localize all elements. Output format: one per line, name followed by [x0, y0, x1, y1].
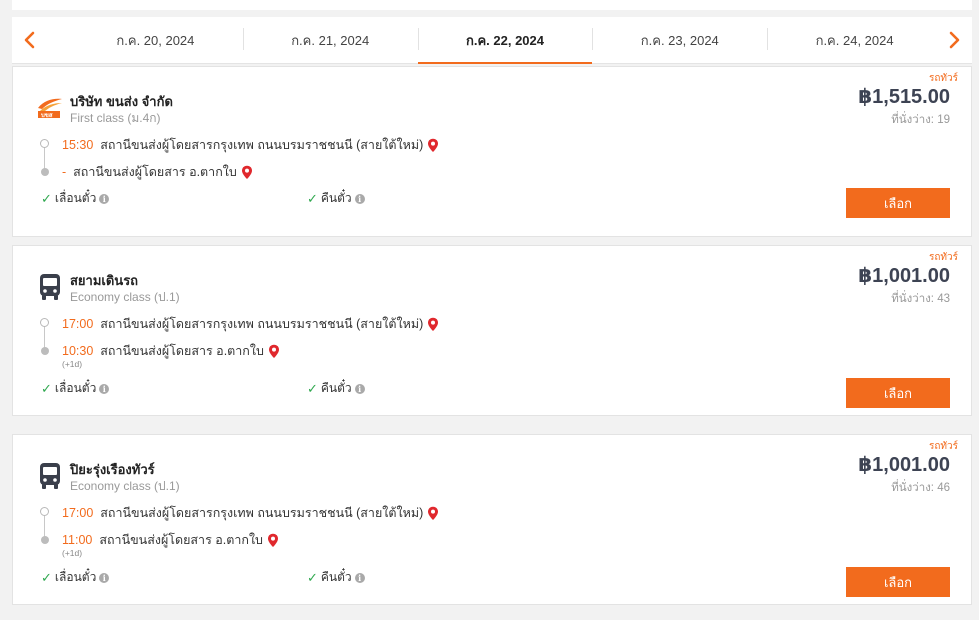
- select-button[interactable]: เลือก: [846, 378, 950, 408]
- next-day-indicator: (+1d): [62, 548, 83, 558]
- prev-date-button[interactable]: [18, 28, 40, 52]
- map-pin-icon[interactable]: [267, 533, 279, 548]
- info-icon[interactable]: i: [99, 572, 110, 583]
- arrival-station: สถานีขนส่งผู้โดยสาร อ.ตากใบ: [99, 533, 263, 547]
- price: ฿1,001.00: [858, 454, 950, 476]
- trip-card: สยามเดินรถ Economy class (ป.1) 17:00 สถา…: [12, 245, 972, 416]
- change-ticket-policy: ✓ เลื่อนตั๋ว i: [41, 379, 110, 398]
- top-strip: [12, 0, 972, 10]
- info-icon[interactable]: i: [354, 572, 365, 583]
- select-button[interactable]: เลือก: [846, 188, 950, 218]
- destination-dot: [41, 536, 49, 544]
- check-icon: ✓: [41, 569, 52, 585]
- chevron-left-icon: [24, 31, 35, 49]
- price: ฿1,001.00: [858, 265, 950, 287]
- date-tab[interactable]: ก.ค. 21, 2024: [242, 17, 418, 64]
- check-icon: ✓: [307, 569, 318, 585]
- arrival-stop: - สถานีขนส่งผู้โดยสาร อ.ตากใบ: [62, 162, 253, 182]
- map-pin-icon[interactable]: [241, 165, 253, 180]
- check-icon: ✓: [41, 380, 52, 396]
- refund-ticket-policy: ✓ คืนตั๋ว i: [307, 568, 365, 587]
- departure-stop: 17:00 สถานีขนส่งผู้โดยสารกรุงเทพ ถนนบรมร…: [62, 314, 439, 334]
- policy-label: เลื่อนตั๋ว: [54, 570, 97, 584]
- next-date-button[interactable]: [944, 28, 966, 52]
- date-tab[interactable]: ก.ค. 24, 2024: [767, 17, 942, 64]
- arrival-stop: 10:30 สถานีขนส่งผู้โดยสาร อ.ตากใบ: [62, 341, 280, 361]
- policy-label: คืนตั๋ว: [320, 191, 352, 205]
- select-button[interactable]: เลือก: [846, 567, 950, 597]
- refund-ticket-policy: ✓ คืนตั๋ว i: [307, 379, 365, 398]
- departure-time: 15:30: [62, 138, 94, 152]
- departure-station: สถานีขนส่งผู้โดยสารกรุงเทพ ถนนบรมราชชนนี…: [100, 317, 424, 331]
- info-icon[interactable]: i: [354, 383, 365, 394]
- date-tab-active[interactable]: ก.ค. 22, 2024: [417, 17, 593, 64]
- date-tabs: ก.ค. 20, 2024 ก.ค. 21, 2024 ก.ค. 22, 202…: [68, 17, 942, 64]
- map-pin-icon[interactable]: [268, 344, 280, 359]
- svg-text:บขส: บขส: [41, 112, 53, 119]
- policy-label: คืนตั๋ว: [320, 381, 352, 395]
- departure-time: 17:00: [62, 317, 94, 331]
- destination-dot: [41, 347, 49, 355]
- seats-available: ที่นั่งว่าง: 46: [891, 482, 950, 494]
- map-pin-icon[interactable]: [427, 506, 439, 521]
- policy-label: เลื่อนตั๋ว: [54, 381, 97, 395]
- check-icon: ✓: [307, 190, 318, 206]
- origin-dot: [40, 507, 49, 516]
- info-icon[interactable]: i: [99, 193, 110, 204]
- arrival-stop: 11:00 สถานีขนส่งผู้โดยสาร อ.ตากใบ: [62, 530, 279, 550]
- map-pin-icon[interactable]: [427, 138, 439, 153]
- arrival-station: สถานีขนส่งผู้โดยสาร อ.ตากใบ: [100, 344, 264, 358]
- origin-dot: [40, 318, 49, 327]
- arrival-time: -: [62, 165, 67, 179]
- change-ticket-policy: ✓ เลื่อนตั๋ว i: [41, 568, 110, 587]
- next-day-indicator: (+1d): [62, 359, 83, 369]
- refund-ticket-policy: ✓ คืนตั๋ว i: [307, 189, 365, 208]
- departure-stop: 15:30 สถานีขนส่งผู้โดยสารกรุงเทพ ถนนบรมร…: [62, 135, 439, 155]
- seat-class: First class (ม.4ก): [70, 111, 161, 125]
- info-icon[interactable]: i: [99, 383, 110, 394]
- change-ticket-policy: ✓ เลื่อนตั๋ว i: [41, 189, 110, 208]
- departure-station: สถานีขนส่งผู้โดยสารกรุงเทพ ถนนบรมราชชนนี…: [100, 138, 424, 152]
- policy-label: เลื่อนตั๋ว: [54, 191, 97, 205]
- policy-label: คืนตั๋ว: [320, 570, 352, 584]
- info-icon[interactable]: i: [354, 193, 365, 204]
- chevron-right-icon: [949, 31, 960, 49]
- seat-class: Economy class (ป.1): [70, 290, 180, 304]
- seats-available: ที่นั่งว่าง: 19: [891, 114, 950, 126]
- origin-dot: [40, 139, 49, 148]
- bus-icon: [35, 272, 65, 302]
- date-tab[interactable]: ก.ค. 20, 2024: [68, 17, 243, 64]
- seats-available: ที่นั่งว่าง: 43: [891, 293, 950, 305]
- check-icon: ✓: [307, 380, 318, 396]
- bks-logo: บขส: [35, 93, 65, 123]
- arrival-time: 10:30: [62, 344, 94, 358]
- destination-dot: [41, 168, 49, 176]
- departure-stop: 17:00 สถานีขนส่งผู้โดยสารกรุงเทพ ถนนบรมร…: [62, 503, 439, 523]
- trip-card: บขส บริษัท ขนส่ง จำกัด First class (ม.4ก…: [12, 66, 972, 237]
- departure-station: สถานีขนส่งผู้โดยสารกรุงเทพ ถนนบรมราชชนนี…: [100, 506, 424, 520]
- check-icon: ✓: [41, 190, 52, 206]
- price: ฿1,515.00: [858, 86, 950, 108]
- seat-class: Economy class (ป.1): [70, 479, 180, 493]
- date-selector: ก.ค. 20, 2024 ก.ค. 21, 2024 ก.ค. 22, 202…: [12, 17, 972, 64]
- date-tab[interactable]: ก.ค. 23, 2024: [592, 17, 767, 64]
- map-pin-icon[interactable]: [427, 317, 439, 332]
- bus-icon: [35, 461, 65, 491]
- trip-card: ปิยะรุ่งเรืองทัวร์ Economy class (ป.1) 1…: [12, 434, 972, 605]
- departure-time: 17:00: [62, 506, 94, 520]
- arrival-time: 11:00: [62, 533, 93, 547]
- arrival-station: สถานีขนส่งผู้โดยสาร อ.ตากใบ: [73, 165, 237, 179]
